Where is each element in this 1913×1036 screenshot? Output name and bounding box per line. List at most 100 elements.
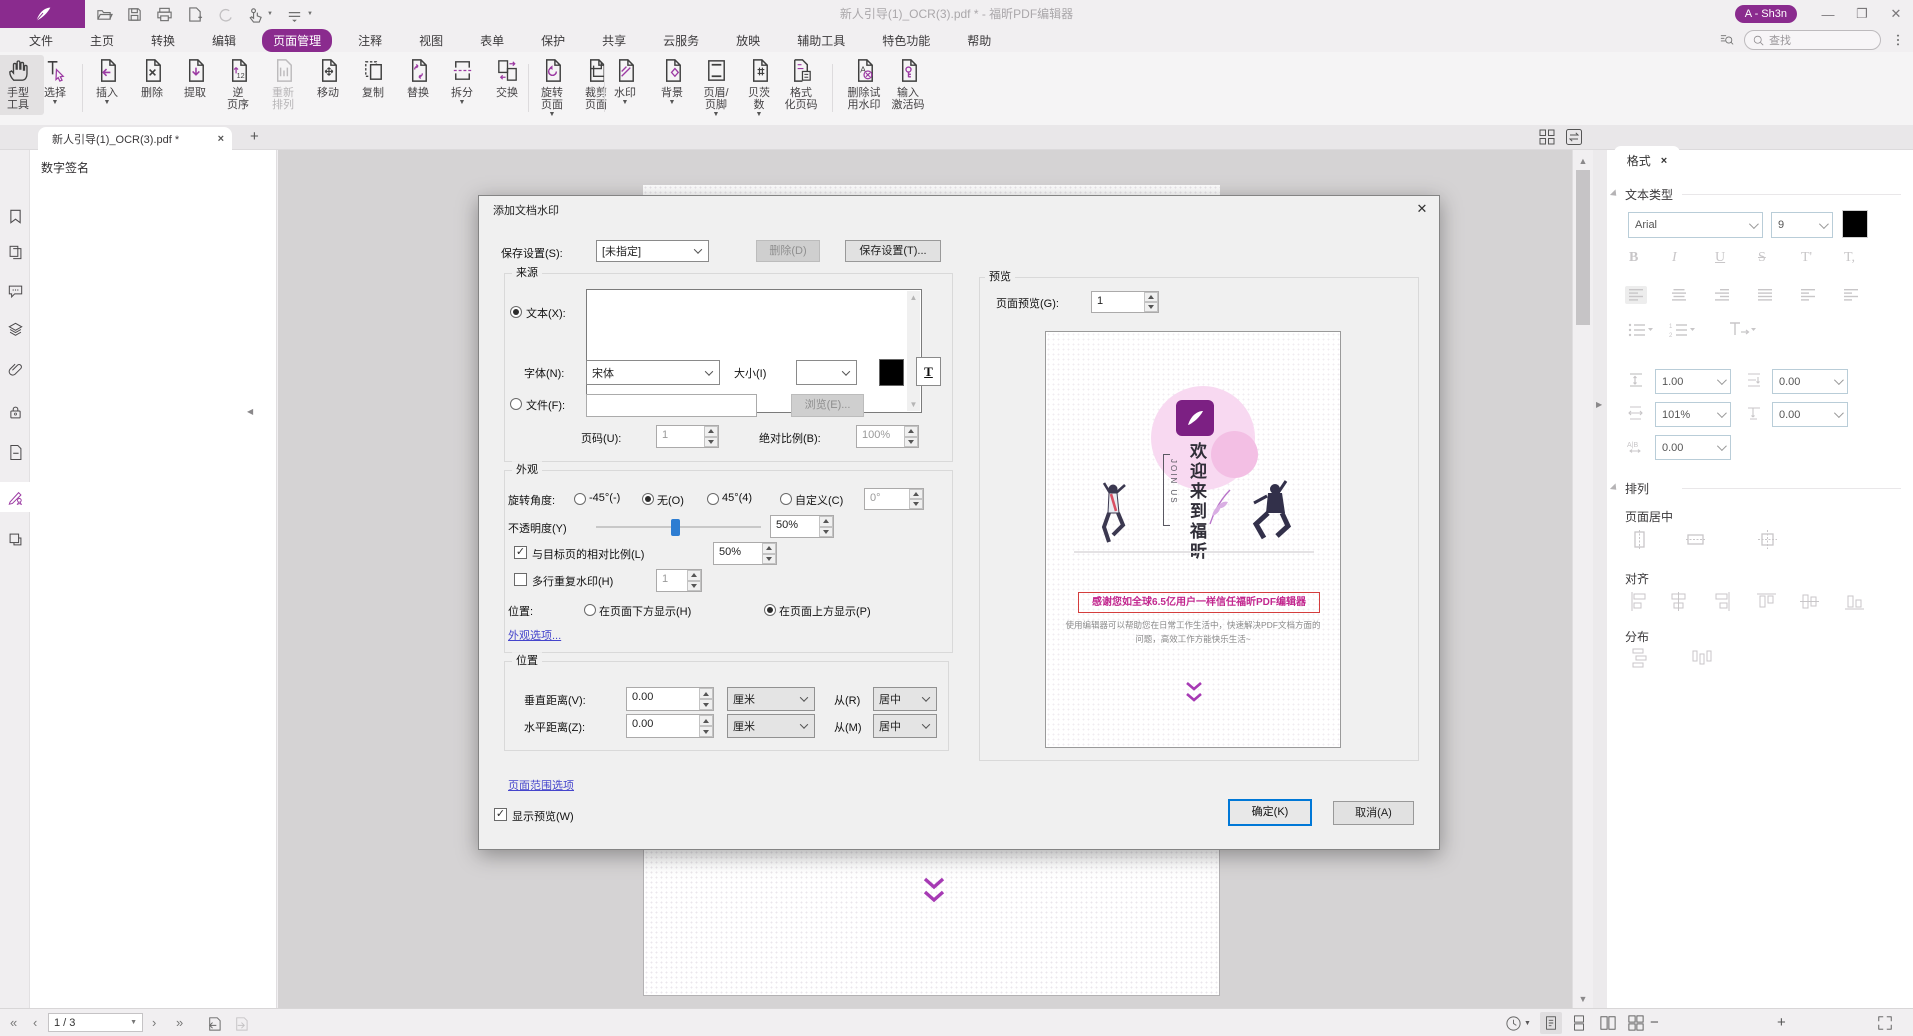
menu-tab-保护[interactable]: 保护	[541, 32, 565, 49]
reading-mode-icon[interactable]	[1505, 1015, 1522, 1032]
menu-tab-共享[interactable]: 共享	[602, 32, 626, 49]
text-style-button[interactable]: T	[916, 357, 941, 386]
show-preview-checkbox[interactable]: ✓	[494, 808, 507, 821]
scroll-up-icon[interactable]: ▲	[1576, 155, 1590, 167]
relative-scale-spinner[interactable]: 50%	[713, 542, 777, 565]
multiline-spinner[interactable]: 1	[656, 569, 702, 592]
user-badge[interactable]: A - Sh3n	[1735, 5, 1797, 23]
menu-tab-放映[interactable]: 放映	[736, 32, 760, 49]
line-spacing-combo[interactable]: 1.00	[1655, 369, 1731, 394]
page-range-link[interactable]: 页面范围选项	[508, 777, 574, 793]
font-size-combo[interactable]: 9	[1771, 212, 1833, 238]
customize-toolbar-dropdown-icon[interactable]: ▼	[307, 11, 313, 17]
appearance-options-link[interactable]: 外观选项...	[508, 627, 561, 643]
opacity-slider-thumb[interactable]	[671, 519, 680, 536]
page-number-spinner[interactable]: 1	[656, 425, 719, 448]
menu-tab-帮助[interactable]: 帮助	[967, 32, 991, 49]
align-left-button[interactable]	[1625, 286, 1647, 304]
search-input[interactable]: 查找	[1744, 30, 1881, 50]
sidebar-layers-button[interactable]	[0, 315, 30, 345]
fullscreen-icon[interactable]	[1877, 1015, 1893, 1031]
text-color-swatch[interactable]	[879, 359, 904, 386]
arrange-collapse-icon[interactable]	[1610, 483, 1619, 492]
touch-mode-icon[interactable]	[246, 6, 263, 23]
sidebar-snapshot-button[interactable]	[0, 525, 30, 555]
menu-tab-表单[interactable]: 表单	[480, 32, 504, 49]
horizontal-anchor-combo[interactable]: 居中	[873, 714, 937, 738]
relative-scale-checkbox[interactable]: ✓	[514, 546, 527, 559]
vertical-distance-spinner[interactable]: 0.00	[626, 687, 714, 711]
distribute-horizontal-button[interactable]	[1692, 648, 1712, 668]
more-options-icon[interactable]	[1891, 33, 1905, 47]
sidebar-pages-button[interactable]	[0, 238, 30, 268]
align-bottom-button[interactable]	[1845, 592, 1864, 611]
menu-tab-特色功能[interactable]: 特色功能	[882, 32, 930, 49]
tab-grid-icon[interactable]	[1538, 128, 1556, 146]
strikethrough-button[interactable]: S	[1758, 250, 1766, 266]
ribbon-select-button[interactable]: 选择▼	[29, 57, 81, 106]
numbered-list-button[interactable]: 12	[1669, 322, 1695, 338]
text-type-collapse-icon[interactable]	[1610, 189, 1619, 198]
single-page-view-icon[interactable]	[1543, 1015, 1559, 1031]
bold-button[interactable]: B	[1629, 250, 1638, 266]
zoom-out-button[interactable]: −	[1650, 1014, 1659, 1031]
sidebar-attachment-button[interactable]	[0, 355, 30, 385]
file-source-radio[interactable]	[510, 398, 522, 410]
menu-tab-页面管理[interactable]: 页面管理	[262, 29, 332, 52]
font-family-combo[interactable]: Arial	[1628, 212, 1763, 238]
char-scale-combo[interactable]: 101%	[1655, 402, 1731, 427]
save-settings-combo[interactable]: [未指定]	[596, 240, 709, 262]
sidebar-destination-button[interactable]	[0, 438, 30, 468]
menu-tab-辅助工具[interactable]: 辅助工具	[797, 32, 845, 49]
page-chevron-icon[interactable]	[921, 876, 947, 906]
continuous-facing-view-icon[interactable]	[1628, 1015, 1644, 1031]
dialog-close-icon[interactable]: ✕	[1414, 201, 1430, 217]
underline-button[interactable]: U	[1715, 250, 1725, 266]
menu-tab-文件[interactable]: 文件	[29, 32, 53, 49]
horizontal-distance-spinner[interactable]: 0.00	[626, 714, 714, 738]
format-panel-tab[interactable]: 格式 ×	[1614, 146, 1680, 175]
browse-button[interactable]: 浏览(E)...	[791, 394, 864, 417]
justify-button[interactable]	[1754, 286, 1776, 304]
rotate-none-radio[interactable]	[642, 493, 654, 505]
close-button[interactable]: ✕	[1879, 0, 1913, 28]
menu-tab-转换[interactable]: 转换	[151, 32, 175, 49]
para-spacing-combo[interactable]: 0.00	[1772, 369, 1848, 394]
preview-page-spinner[interactable]: 1	[1091, 291, 1159, 313]
abs-scale-spinner[interactable]: 100%	[856, 425, 919, 448]
app-logo[interactable]	[0, 0, 85, 28]
text-source-radio[interactable]	[510, 306, 522, 318]
align-right-button[interactable]	[1712, 592, 1731, 611]
touch-mode-dropdown-icon[interactable]: ▼	[267, 11, 273, 17]
font-color-swatch[interactable]	[1842, 210, 1868, 238]
text-direction-button[interactable]	[1727, 320, 1757, 338]
save-icon[interactable]	[126, 6, 143, 23]
sidebar-signature-button[interactable]	[0, 482, 30, 512]
advanced-search-icon[interactable]	[1720, 33, 1734, 47]
horizontal-unit-combo[interactable]: 厘米	[727, 714, 815, 738]
distribute-vertical-button[interactable]	[1630, 648, 1650, 668]
arrange-center-horizontal-button[interactable]	[1630, 530, 1649, 549]
superscript-button[interactable]: T'	[1801, 250, 1812, 266]
tab-switch-icon[interactable]	[1565, 128, 1583, 146]
minimize-button[interactable]: —	[1811, 0, 1845, 28]
file-path-input[interactable]	[586, 394, 757, 417]
ribbon-activation-button[interactable]: 输入激活码	[882, 57, 934, 111]
align-center-button[interactable]	[1668, 286, 1690, 304]
tab-close-icon[interactable]: ×	[218, 133, 224, 145]
align-horizontal-center-button[interactable]	[1669, 592, 1688, 611]
collapse-right-panel-icon[interactable]: ▶	[1596, 400, 1602, 409]
size-combo[interactable]	[796, 360, 857, 385]
rotate-minus45-radio[interactable]	[574, 493, 586, 505]
undo-icon[interactable]	[216, 6, 233, 23]
char-vspacing-combo[interactable]: 0.00	[1772, 402, 1848, 427]
last-page-button[interactable]: »	[176, 1015, 183, 1030]
first-page-button[interactable]: «	[10, 1015, 17, 1030]
prev-page-button[interactable]: ‹	[33, 1015, 37, 1030]
menu-tab-主页[interactable]: 主页	[90, 32, 114, 49]
new-tab-button[interactable]: +	[250, 128, 259, 145]
subscript-button[interactable]: T,	[1844, 250, 1855, 266]
align-vertical-center-button[interactable]	[1800, 592, 1819, 611]
align-top-button[interactable]	[1757, 592, 1776, 611]
sidebar-bookmark-button[interactable]	[0, 202, 30, 232]
